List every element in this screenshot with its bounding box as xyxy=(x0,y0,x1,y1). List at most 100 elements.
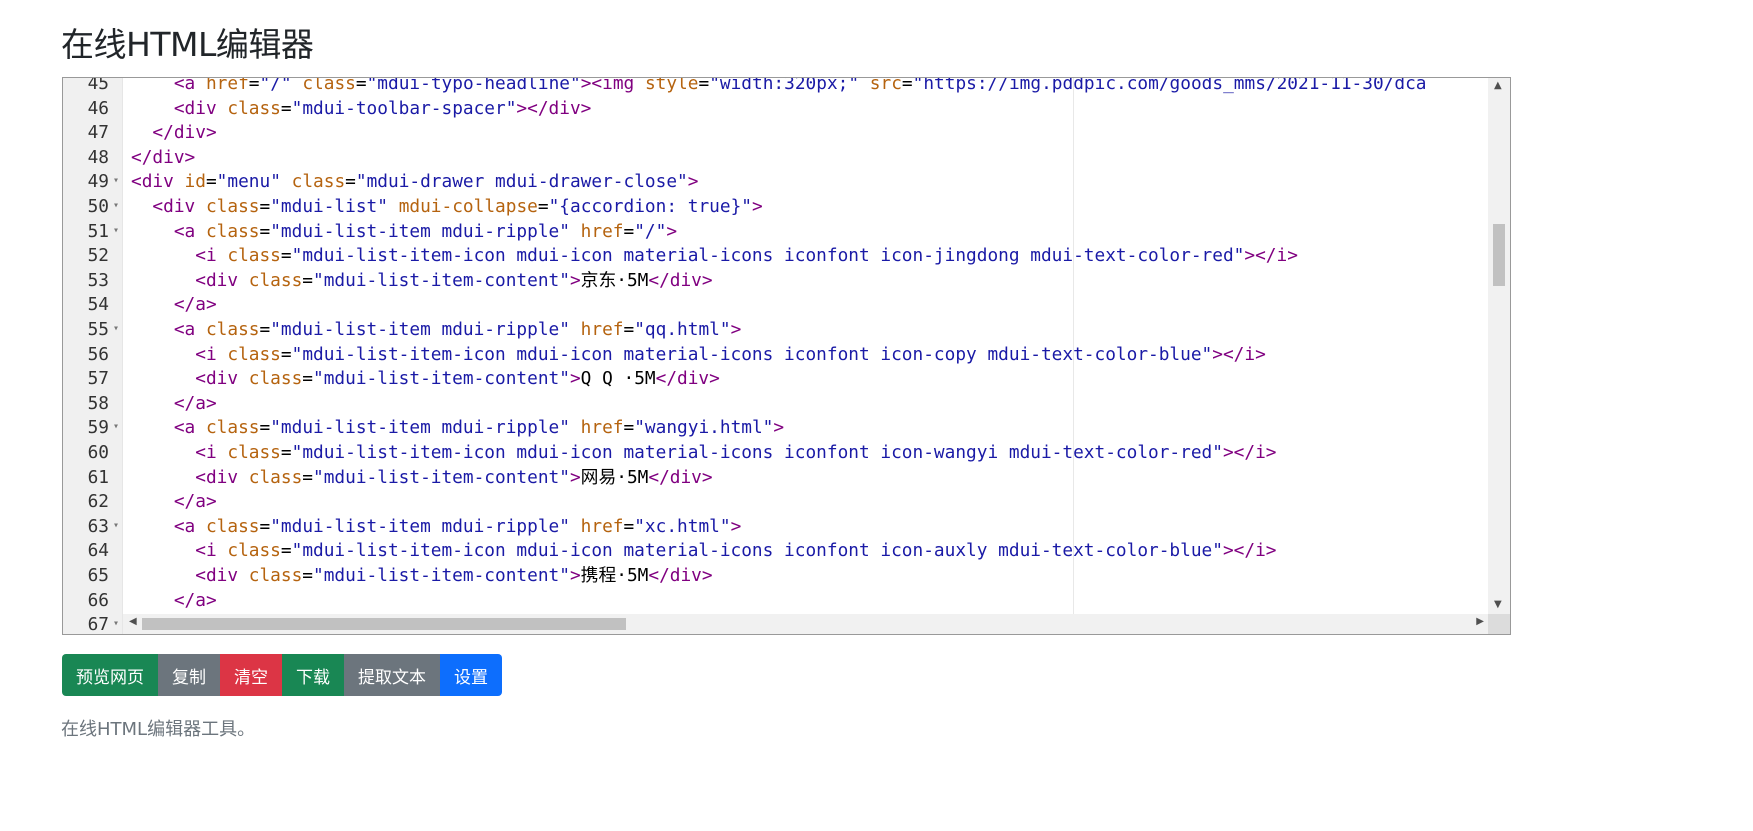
line-number-text: 62 xyxy=(87,491,109,513)
code-token: Q Q ·5M xyxy=(580,368,656,390)
code-token: class xyxy=(227,442,281,463)
line-number: 60 xyxy=(63,441,123,466)
code-token: > xyxy=(730,515,742,537)
code-editor[interactable]: 45 46 47 48 49 ▾ 50 ▾ 51 ▾ 52 53 54 55 ▾ 56 57 58 59 ▾ 60 61 6… xyxy=(62,77,1511,635)
code-line-content: </a> xyxy=(131,589,217,614)
code-token: "/" xyxy=(259,78,292,94)
fold-arrow-icon[interactable]: ▾ xyxy=(113,169,119,194)
code-token: "wangyi.html" xyxy=(634,417,774,439)
code-token: <i xyxy=(195,442,228,463)
code-token: > xyxy=(773,417,785,439)
code-token: ></i> xyxy=(1222,540,1277,562)
code-token: "mdui-list-item mdui-ripple" xyxy=(270,417,570,439)
toolbar-button-group: 预览网页 复制 清空 下载 提取文本 设置 xyxy=(62,654,502,696)
extract-text-button[interactable]: 提取文本 xyxy=(344,654,440,696)
line-number: 65 xyxy=(63,564,123,589)
settings-button[interactable]: 设置 xyxy=(440,654,502,696)
code-token: = xyxy=(355,78,367,94)
code-token: ></i> xyxy=(1244,245,1298,267)
line-number: 45 xyxy=(63,78,123,97)
fold-arrow-icon[interactable]: ▾ xyxy=(113,415,119,440)
code-token: ></i> xyxy=(1222,442,1277,463)
preview-page-button[interactable]: 预览网页 xyxy=(62,654,158,696)
download-button[interactable]: 下载 xyxy=(282,654,344,696)
vertical-scroll-thumb[interactable] xyxy=(1493,224,1505,286)
copy-button[interactable]: 复制 xyxy=(158,654,220,696)
code-token: style xyxy=(644,78,699,94)
scroll-right-arrow-icon[interactable]: ▶ xyxy=(1476,616,1484,627)
line-number: 64 xyxy=(63,539,123,564)
code-token: </div> xyxy=(648,269,713,291)
code-area[interactable]: <a href="/" class="mdui-typo-headline"><… xyxy=(123,78,1488,614)
code-token: = xyxy=(302,565,314,586)
line-number-text: 49 xyxy=(87,171,109,193)
line-number: 51 ▾ xyxy=(63,220,123,245)
fold-arrow-icon[interactable]: ▾ xyxy=(113,612,119,634)
code-token: > xyxy=(751,196,763,217)
code-token: "mdui-list-item-content" xyxy=(313,466,570,488)
vertical-scrollbar[interactable]: ▲ ▼ xyxy=(1488,78,1510,614)
scroll-up-arrow-icon[interactable]: ▲ xyxy=(1494,80,1502,91)
code-token: "mdui-list-item-icon mdui-icon material-… xyxy=(291,343,1213,365)
code-token: "mdui-list-item-content" xyxy=(313,565,570,586)
code-token: = xyxy=(623,515,635,537)
fold-arrow-icon[interactable]: ▾ xyxy=(113,194,119,219)
code-token: > xyxy=(569,565,581,586)
fold-arrow-icon[interactable]: ▾ xyxy=(113,317,119,342)
code-line-content: <div class="mdui-list-item-content">网易·5… xyxy=(131,466,713,491)
code-line-content: </div> xyxy=(131,146,195,171)
code-token: = xyxy=(901,78,913,94)
line-number: 58 xyxy=(63,392,123,417)
scroll-left-arrow-icon[interactable]: ◀ xyxy=(129,616,137,627)
line-number-text: 65 xyxy=(87,565,109,586)
fold-arrow-icon[interactable]: ▾ xyxy=(113,219,119,244)
code-line-content: <i class="mdui-list-item-icon mdui-icon … xyxy=(131,539,1277,564)
code-line-content: <a class="mdui-list-item mdui-ripple" hr… xyxy=(131,515,741,540)
line-number: 54 xyxy=(63,293,123,318)
code-token: "xc.html" xyxy=(634,515,731,537)
code-token: </div> xyxy=(648,466,713,488)
code-token: 京东·5M xyxy=(580,269,649,291)
code-token: "{accordion: true}" xyxy=(548,196,752,217)
code-token: "mdui-list-item-icon mdui-icon material-… xyxy=(291,540,1223,562)
code-token: > xyxy=(569,269,581,291)
code-token: class xyxy=(205,220,260,242)
code-token: = xyxy=(280,540,292,562)
code-line-content: </a> xyxy=(131,490,217,515)
code-token: = xyxy=(623,417,635,439)
code-token: <div xyxy=(195,466,249,488)
code-token: id xyxy=(184,171,206,193)
line-number-text: 47 xyxy=(87,122,109,144)
line-number-text: 54 xyxy=(87,294,109,316)
fold-arrow-icon[interactable]: ▾ xyxy=(113,514,119,539)
code-line-content: <div class="mdui-toolbar-spacer"></div> xyxy=(131,97,592,122)
code-token: = xyxy=(623,220,635,242)
line-number: 62 xyxy=(63,490,123,515)
code-token: = xyxy=(537,196,549,217)
code-token: = xyxy=(280,442,292,463)
code-token: "mdui-list-item mdui-ripple" xyxy=(270,319,570,340)
horizontal-scroll-thumb[interactable] xyxy=(142,618,626,630)
code-token: </div> xyxy=(655,368,720,390)
line-number: 66 xyxy=(63,589,123,614)
line-number-text: 52 xyxy=(87,245,109,267)
code-token: <i xyxy=(195,540,228,562)
code-token: = xyxy=(259,515,271,537)
code-line-content: <i class="mdui-list-item-icon mdui-icon … xyxy=(131,244,1298,269)
code-token: = xyxy=(302,466,314,488)
code-token: = xyxy=(698,78,710,94)
clear-button[interactable]: 清空 xyxy=(220,654,282,696)
line-number: 61 xyxy=(63,466,123,491)
horizontal-scrollbar[interactable]: ◀ ▶ xyxy=(123,614,1488,634)
code-token: </a> xyxy=(173,589,217,611)
scroll-down-arrow-icon[interactable]: ▼ xyxy=(1494,599,1502,610)
line-number-text: 51 xyxy=(87,220,109,242)
line-number-text: 61 xyxy=(87,466,109,488)
line-number-text: 64 xyxy=(87,540,109,562)
